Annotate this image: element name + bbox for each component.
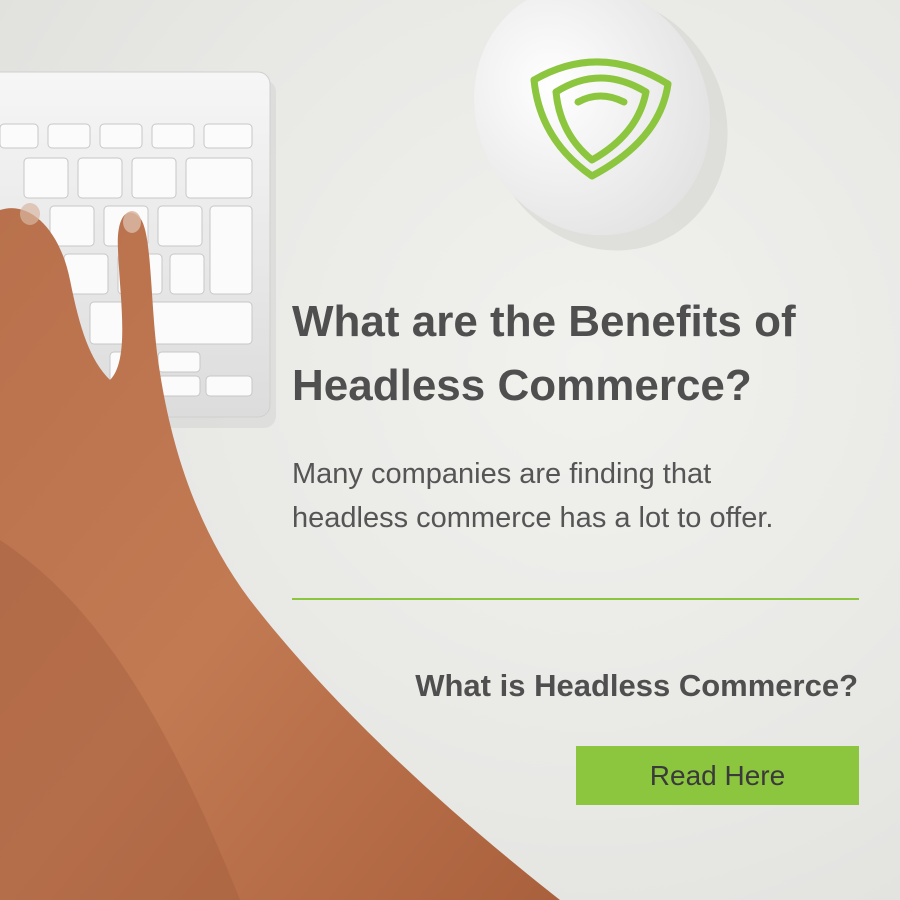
read-here-button[interactable]: Read Here (576, 746, 859, 805)
page-title-line-1: What are the Benefits of (292, 297, 796, 346)
section-heading: What is Headless Commerce? (415, 668, 858, 703)
divider (292, 598, 859, 600)
intro-text-line-1: Many companies are finding that (292, 458, 712, 490)
intro-text: Many companies are finding that headless… (292, 452, 892, 540)
mouse (474, 0, 728, 251)
page-title: What are the Benefits of Headless Commer… (292, 290, 892, 418)
intro-text-line-2: headless commerce has a lot to offer. (292, 502, 774, 534)
page-title-line-2: Headless Commerce? (292, 361, 752, 410)
promo-banner: What are the Benefits of Headless Commer… (0, 0, 900, 900)
